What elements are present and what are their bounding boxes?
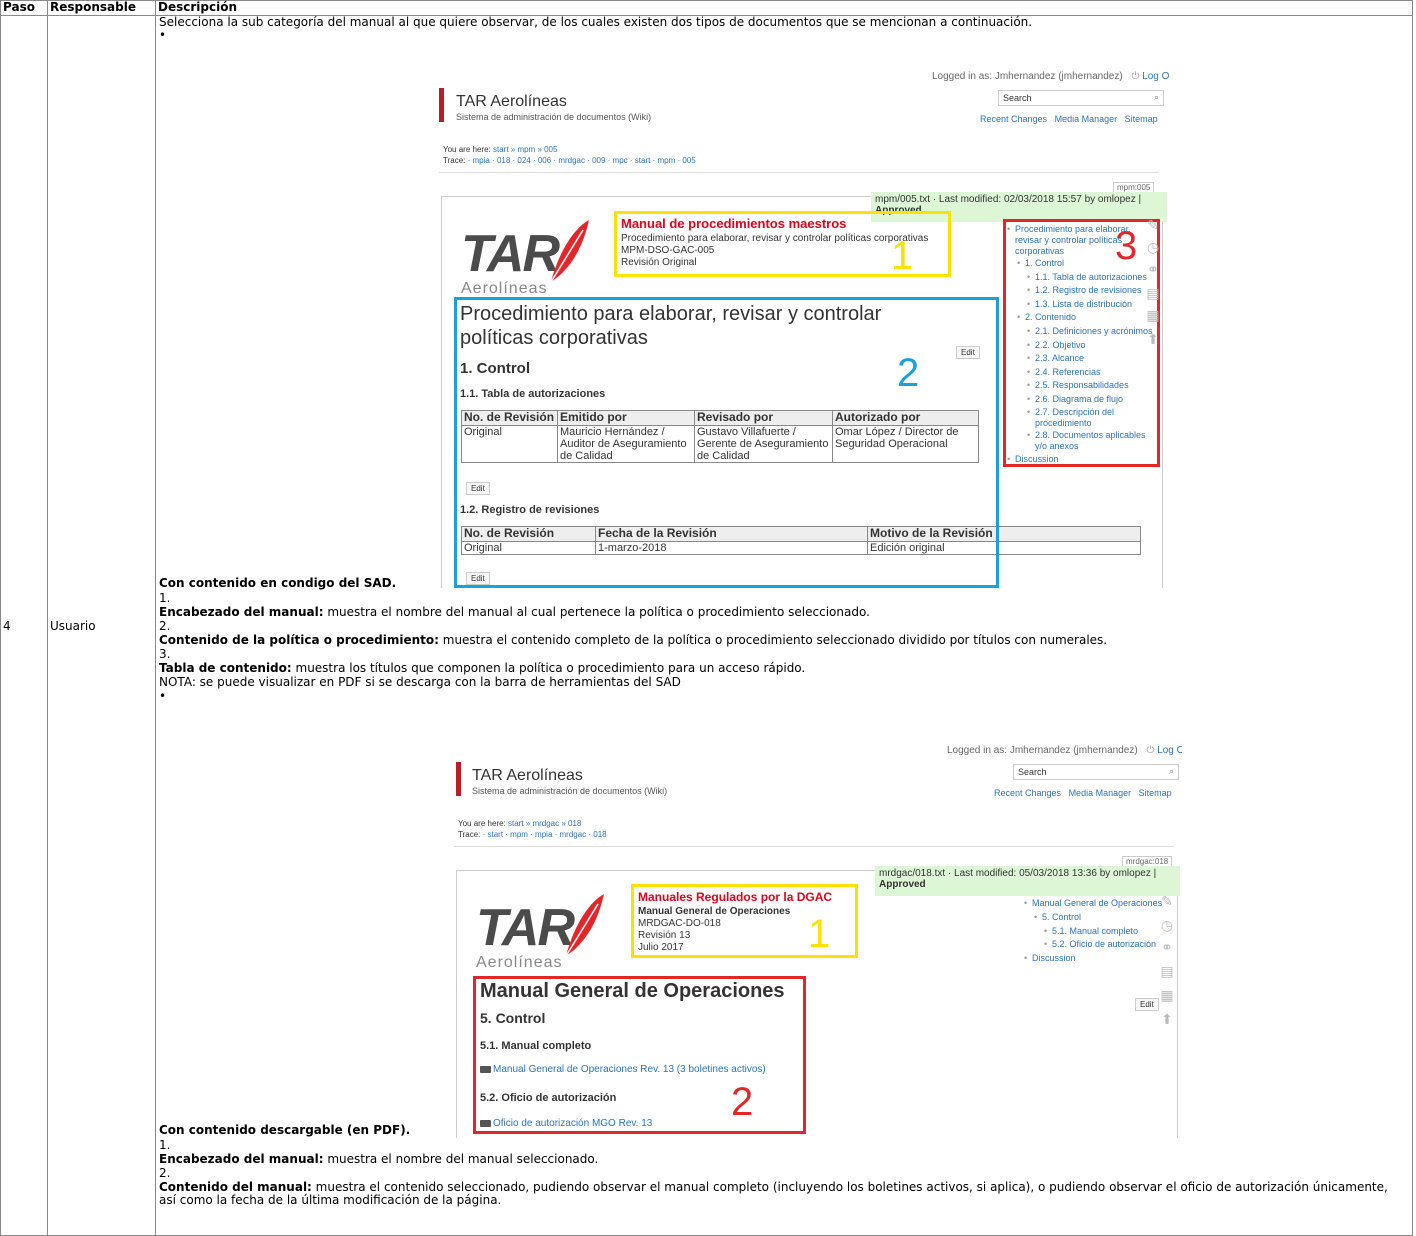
brand-bar <box>456 762 461 796</box>
item-text: Encabezado del manual: muestra el nombre… <box>159 1152 599 1166</box>
highlight-box-2 <box>473 976 806 1134</box>
item-text: Tabla de contenido: muestra los títulos … <box>159 661 806 675</box>
search-icon: ⌕ <box>1168 766 1174 776</box>
logged-in-text: Logged in as: Jmhernandez (jmhernandez) <box>932 71 1123 82</box>
screenshot-sad-code: Logged in as: Jmhernandez (jmhernandez) … <box>439 68 1169 588</box>
table-row: 4 Usuario Selecciona la sub categoría de… <box>0 15 1413 1236</box>
step-number: 4 <box>0 15 48 1236</box>
bullet: • <box>159 28 167 42</box>
toc-item[interactable]: Discussion <box>1024 953 1075 964</box>
item-number: 2. <box>159 619 171 633</box>
pdf-export-icon[interactable]: ▤ <box>1146 286 1160 300</box>
media-manager-link[interactable]: Media Manager <box>1055 114 1118 124</box>
history-icon[interactable]: ◷ <box>1160 918 1174 932</box>
label-2: 2 <box>731 1080 754 1124</box>
item-text: Contenido de la política o procedimiento… <box>159 633 1108 647</box>
history-icon[interactable]: ◷ <box>1146 240 1160 254</box>
recent-changes-link[interactable]: Recent Changes <box>980 114 1047 124</box>
breadcrumb: You are here: start » mrdgac » 018 <box>458 819 582 828</box>
procedure-table: Paso Responsable Descripción 4 Usuario S… <box>0 0 1413 1236</box>
item-number: 3. <box>159 647 171 661</box>
search-icon: ⌕ <box>1153 92 1159 102</box>
tar-logo: TAR Aerolíneas <box>476 894 604 972</box>
logout-link[interactable]: Log Out <box>1157 745 1182 756</box>
logged-in-text: Logged in as: Jmhernandez (jmhernandez) <box>947 745 1138 756</box>
edit-pencil-icon[interactable]: ✎ <box>1146 218 1160 232</box>
pdf-icon[interactable]: ▦ <box>1160 988 1174 1002</box>
feather-icon <box>565 894 604 957</box>
feather-icon <box>550 220 589 283</box>
section1-caption: Con contenido en condigo del SAD. <box>159 576 397 590</box>
search-input[interactable]: Search ⌕ <box>998 90 1164 106</box>
item-number: 1. <box>159 591 171 605</box>
note-text: NOTA: se puede visualizar en PDF si se d… <box>159 675 681 689</box>
site-title[interactable]: TAR Aerolíneas <box>472 767 583 785</box>
header-paso: Paso <box>0 0 48 16</box>
pdf-icon[interactable]: ▦ <box>1146 308 1160 322</box>
item-number: 2. <box>159 1166 171 1180</box>
media-manager-link[interactable]: Media Manager <box>1069 788 1132 798</box>
edit-button[interactable]: Edit <box>1135 998 1159 1011</box>
item-number: 1. <box>159 1138 171 1152</box>
edit-pencil-icon[interactable]: ✎ <box>1160 894 1174 908</box>
toc-item[interactable]: 5.1. Manual completo <box>1044 926 1138 937</box>
back-to-top-icon[interactable]: ⬆ <box>1146 332 1160 346</box>
site-title[interactable]: TAR Aerolíneas <box>456 93 567 111</box>
label-3: 3 <box>1115 224 1138 268</box>
sitemap-link[interactable]: Sitemap <box>1139 788 1172 798</box>
toc-item[interactable]: 5.2. Oficio de autorización <box>1044 939 1156 950</box>
modified-bar: mrdgac/018.txt · Last modified: 05/03/20… <box>875 866 1180 896</box>
header-responsable: Responsable <box>47 0 156 16</box>
pdf-export-icon[interactable]: ▤ <box>1160 964 1174 978</box>
site-subtitle: Sistema de administración de documentos … <box>472 786 668 796</box>
toc-item[interactable]: Manual General de Operaciones <box>1024 898 1162 909</box>
screenshot-pdf-content: Logged in as: Jmhernandez (jmhernandez) … <box>454 742 1182 1138</box>
recent-changes-link[interactable]: Recent Changes <box>994 788 1061 798</box>
toc-item[interactable]: 5. Control <box>1034 912 1081 923</box>
approved-label: Approved <box>879 879 926 890</box>
link-icon[interactable]: ⚭ <box>1146 262 1160 276</box>
power-icon: ⏻ <box>1146 745 1155 756</box>
sitemap-link[interactable]: Sitemap <box>1125 114 1158 124</box>
description-cell: Selecciona la sub categoría del manual a… <box>155 15 1413 1236</box>
trace: Trace: · mpia · 018 · 024 · 006 · mrdgac… <box>443 156 696 165</box>
trace: Trace: · start · mpm · mpia · mrdgac · 0… <box>458 830 607 839</box>
link-icon[interactable]: ⚭ <box>1160 940 1174 954</box>
logout-link[interactable]: Log Out <box>1142 71 1169 82</box>
site-subtitle: Sistema de administración de documentos … <box>456 112 652 122</box>
label-1: 1 <box>808 912 831 956</box>
intro-text: Selecciona la sub categoría del manual a… <box>159 15 1033 29</box>
section2-caption: Con contenido descargable (en PDF). <box>159 1123 411 1137</box>
responsible: Usuario <box>47 15 156 1236</box>
brand-bar <box>439 88 444 122</box>
tar-logo: TAR Aerolíneas <box>461 220 589 298</box>
bullet: • <box>159 689 167 703</box>
label-1: 1 <box>891 234 914 278</box>
header-descripcion: Descripción <box>155 0 1413 16</box>
item-text: Contenido del manual: muestra el conteni… <box>159 1180 1388 1207</box>
label-2: 2 <box>897 351 920 395</box>
header-row: Paso Responsable Descripción <box>0 0 1413 16</box>
breadcrumb: You are here: start » mpm » 005 <box>443 145 558 154</box>
power-icon: ⏻ <box>1131 71 1140 82</box>
back-to-top-icon[interactable]: ⬆ <box>1160 1012 1174 1026</box>
highlight-box-2 <box>454 297 999 588</box>
search-input[interactable]: Search ⌕ <box>1013 764 1179 780</box>
item-text: Encabezado del manual: muestra el nombre… <box>159 605 870 619</box>
